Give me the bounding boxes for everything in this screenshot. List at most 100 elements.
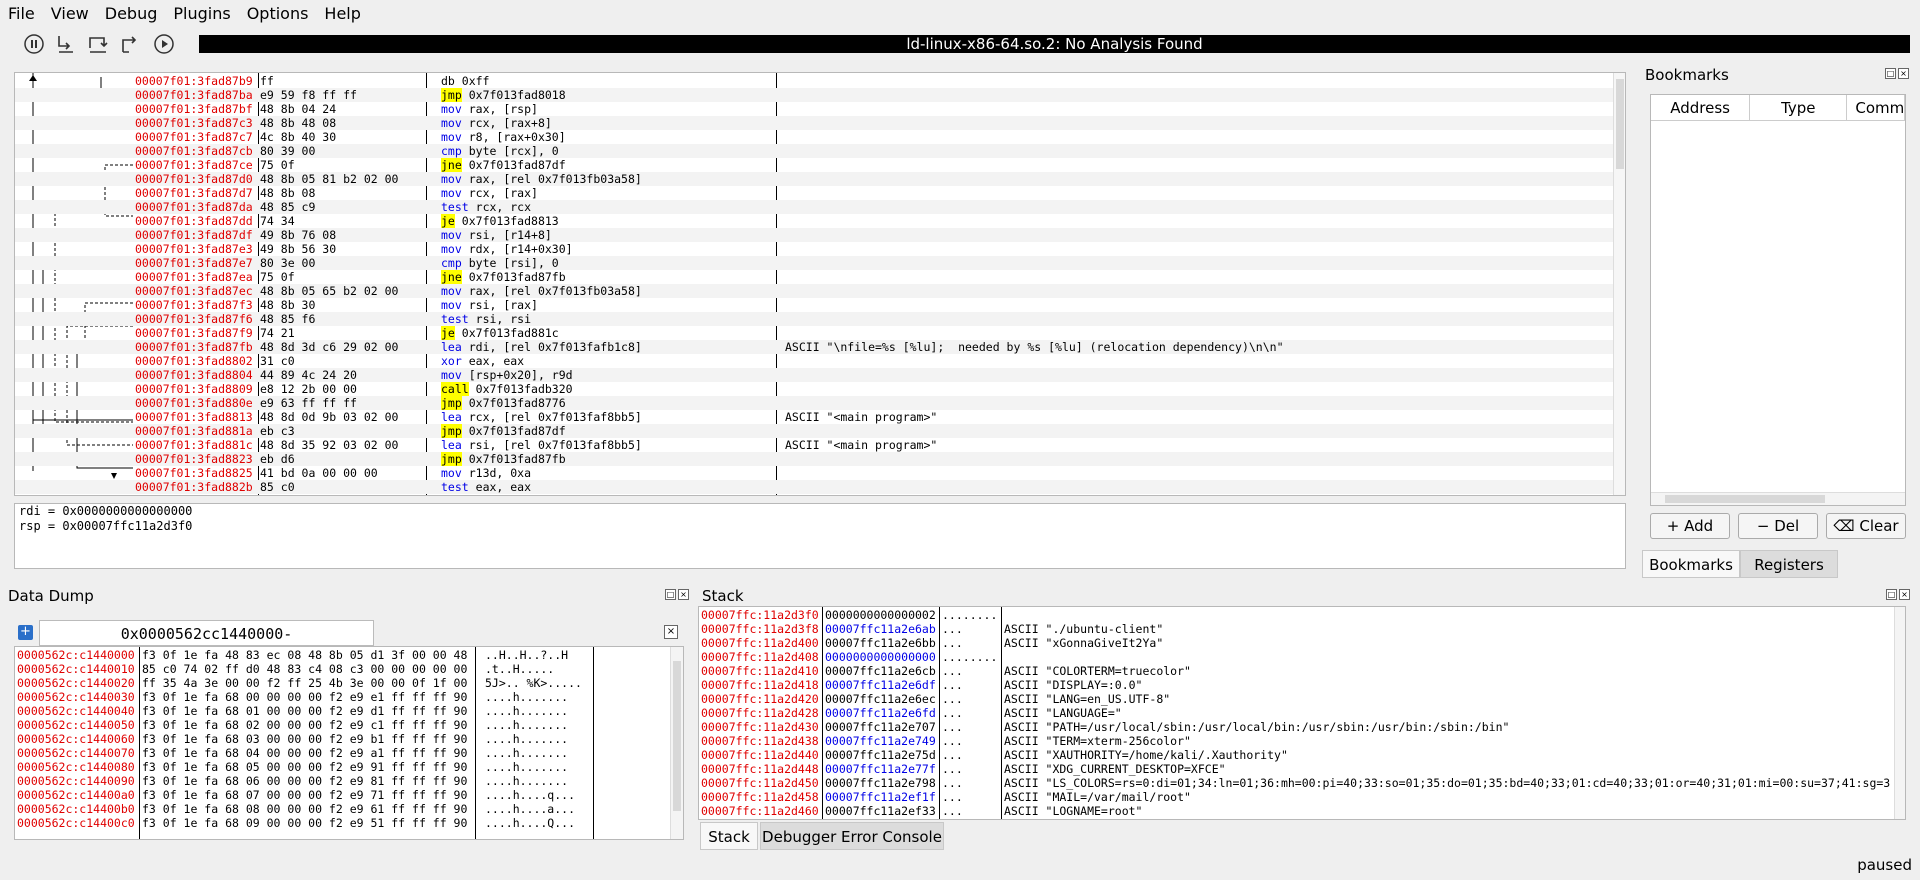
- stack-row[interactable]: 00007ffc:11a2d440 00007ffc11a2e75d... ASCI…: [699, 748, 1895, 762]
- data-dump-view[interactable]: 0000562c:c1440000 f3 0f 1e fa 48 83 ec 08…: [14, 646, 684, 840]
- menu-view[interactable]: View: [51, 4, 89, 23]
- bookmarks-table[interactable]: Address Type Comment: [1650, 94, 1906, 506]
- stack-row[interactable]: 00007ffc:11a2d430 00007ffc11a2e707... ASCI…: [699, 720, 1895, 734]
- stack-row[interactable]: 00007ffc:11a2d3f0 0000000000000002.......…: [699, 608, 1895, 622]
- stack-row[interactable]: 00007ffc:11a2d448 00007ffc11a2e77f... ASCI…: [699, 762, 1895, 776]
- disasm-row[interactable]: 00007f01:3fad87da 48 85 c9 test rcx, rcx: [15, 200, 1613, 214]
- instruction-mnemonic: mov: [441, 368, 462, 382]
- dump-row[interactable]: 0000562c:c1440030 f3 0f 1e fa 68 00 00 00…: [15, 690, 670, 704]
- dump-row[interactable]: 0000562c:c14400b0 f3 0f 1e fa 68 08 00 00…: [15, 802, 670, 816]
- instruction-text: call 0x7f013fadb320: [441, 382, 573, 396]
- step-out-icon[interactable]: [118, 32, 142, 56]
- disasm-row[interactable]: 00007f01:3fad87ce 75 0f jne 0x7f013fad87df: [15, 158, 1613, 172]
- disasm-row[interactable]: 00007f01:3fad8823 eb d6 jmp 0x7f013fad87fb: [15, 452, 1613, 466]
- disasm-row[interactable]: 00007f01:3fad87bf 48 8b 04 24 mov rax, [rs…: [15, 102, 1613, 116]
- dump-row[interactable]: 0000562c:c14400c0 f3 0f 1e fa 68 09 00 00…: [15, 816, 670, 830]
- stack-view[interactable]: 00007ffc:11a2d3f0 0000000000000002.......…: [698, 606, 1906, 820]
- stack-row[interactable]: 00007ffc:11a2d400 00007ffc11a2e6bb... ASCI…: [699, 636, 1895, 650]
- dump-row[interactable]: 0000562c:c1440040 f3 0f 1e fa 68 01 00 00…: [15, 704, 670, 718]
- disasm-row[interactable]: 00007f01:3fad87f6 48 85 f6 test rsi, rsi: [15, 312, 1613, 326]
- close-panel-icon[interactable]: ×: [1898, 68, 1909, 79]
- disasm-row[interactable]: 00007f01:3fad87ec 48 8b 05 65 b2 02 00 mov…: [15, 284, 1613, 298]
- dump-ascii: ....h....Q...: [485, 816, 576, 830]
- stack-row[interactable]: 00007ffc:11a2d410 00007ffc11a2e6cb... ASCI…: [699, 664, 1895, 678]
- disasm-row[interactable]: 00007f01:3fad881a eb c3 jmp 0x7f013fad87df: [15, 424, 1613, 438]
- add-tab-icon[interactable]: +: [18, 625, 33, 640]
- disasm-row[interactable]: 00007f01:3fad87e7 80 3e 00 cmp byte [rsi],…: [15, 256, 1613, 270]
- float-panel-icon[interactable]: □: [1885, 68, 1896, 79]
- disasm-row[interactable]: 00007f01:3fad87df 49 8b 76 08 mov rsi, [r1…: [15, 228, 1613, 242]
- dump-row[interactable]: 0000562c:c1440010 85 c0 74 02 ff d0 48 83…: [15, 662, 670, 676]
- tab-bookmarks[interactable]: Bookmarks: [1642, 550, 1740, 578]
- dump-row[interactable]: 0000562c:c1440060 f3 0f 1e fa 68 03 00 00…: [15, 732, 670, 746]
- stack-row[interactable]: 00007ffc:11a2d420 00007ffc11a2e6ec... ASCI…: [699, 692, 1895, 706]
- disasm-row[interactable]: 00007f01:3fad8804 44 89 4c 24 20 mov [rsp+…: [15, 368, 1613, 382]
- column-comment[interactable]: Comment: [1847, 95, 1905, 120]
- disasm-row[interactable]: 00007f01:3fad87dd 74 34 je 0x7f013fad8813: [15, 214, 1613, 228]
- add-bookmark-button[interactable]: + Add: [1650, 513, 1730, 539]
- disasm-row[interactable]: 00007f01:3fad87d7 48 8b 08 mov rcx, [rax]: [15, 186, 1613, 200]
- column-address[interactable]: Address: [1651, 95, 1751, 120]
- disassembly-view[interactable]: 00007f01:3fad87b9 ff db 0xff 00007f01:3fad8…: [14, 72, 1626, 496]
- stack-row[interactable]: 00007ffc:11a2d428 00007ffc11a2e6fd... ASCI…: [699, 706, 1895, 720]
- disasm-row[interactable]: 00007f01:3fad8802 31 c0 xor eax, eax: [15, 354, 1613, 368]
- column-type[interactable]: Type: [1750, 95, 1848, 120]
- float-panel-icon[interactable]: □: [665, 589, 676, 600]
- disasm-row[interactable]: 00007f01:3fad87f9 74 21 je 0x7f013fad881c: [15, 326, 1613, 340]
- tab-registers[interactable]: Registers: [1740, 550, 1838, 578]
- stack-row[interactable]: 00007ffc:11a2d458 00007ffc11a2ef1f... ASCI…: [699, 790, 1895, 804]
- menu-debug[interactable]: Debug: [105, 4, 158, 23]
- run-icon[interactable]: [152, 32, 176, 56]
- disasm-row[interactable]: 00007f01:3fad8809 e8 12 2b 00 00 call 0x7f…: [15, 382, 1613, 396]
- dump-row[interactable]: 0000562c:c1440080 f3 0f 1e fa 68 05 00 00…: [15, 760, 670, 774]
- bookmarks-hscrollbar[interactable]: [1651, 492, 1905, 505]
- delete-bookmark-button[interactable]: − Del: [1738, 513, 1818, 539]
- menu-help[interactable]: Help: [324, 4, 360, 23]
- disasm-row[interactable]: 00007f01:3fad87b9 ff db 0xff: [15, 74, 1613, 88]
- stack-row[interactable]: 00007ffc:11a2d460 00007ffc11a2ef33... ASCI…: [699, 804, 1895, 818]
- step-over-icon[interactable]: [86, 32, 110, 56]
- disassembly-scrollbar[interactable]: [1613, 73, 1625, 495]
- disasm-row[interactable]: 00007f01:3fad8825 41 bd 0a 00 00 00 mov r1…: [15, 466, 1613, 480]
- dump-row[interactable]: 0000562c:c1440090 f3 0f 1e fa 68 06 00 00…: [15, 774, 670, 788]
- stack-row[interactable]: 00007ffc:11a2d438 00007ffc11a2e749... ASCI…: [699, 734, 1895, 748]
- stack-value: 00007ffc11a2e798: [825, 776, 936, 790]
- disasm-row[interactable]: 00007f01:3fad87c3 48 8b 48 08 mov rcx, [ra…: [15, 116, 1613, 130]
- close-tab-icon[interactable]: ×: [664, 625, 678, 639]
- pause-icon[interactable]: [22, 32, 46, 56]
- stack-row[interactable]: 00007ffc:11a2d450 00007ffc11a2e798... ASCI…: [699, 776, 1895, 790]
- disasm-row[interactable]: 00007f01:3fad87ba e9 59 f8 ff ff jmp 0x7f0…: [15, 88, 1613, 102]
- stack-row[interactable]: 00007ffc:11a2d418 00007ffc11a2e6df... ASCI…: [699, 678, 1895, 692]
- menu-plugins[interactable]: Plugins: [173, 4, 230, 23]
- tab-debugger-error-console[interactable]: Debugger Error Console: [760, 822, 944, 850]
- tab-stack[interactable]: Stack: [700, 822, 758, 850]
- disasm-row[interactable]: 00007f01:3fad87ea 75 0f jne 0x7f013fad87fb: [15, 270, 1613, 284]
- step-into-icon[interactable]: [54, 32, 78, 56]
- menu-options[interactable]: Options: [247, 4, 309, 23]
- clear-bookmarks-button[interactable]: ⌫ Clear: [1826, 513, 1906, 539]
- disasm-row[interactable]: 00007f01:3fad880e e9 63 ff ff ff jmp 0x7f0…: [15, 396, 1613, 410]
- menu-file[interactable]: File: [8, 4, 35, 23]
- dump-scrollbar[interactable]: [670, 647, 683, 839]
- close-panel-icon[interactable]: ×: [678, 589, 689, 600]
- disasm-row[interactable]: 00007f01:3fad87f3 48 8b 30 mov rsi, [rax]: [15, 298, 1613, 312]
- disasm-row[interactable]: 00007f01:3fad882b 85 c0 test eax, eax: [15, 480, 1613, 494]
- disasm-row[interactable]: 00007f01:3fad8813 48 8d 0d 9b 03 02 00 lea…: [15, 410, 1613, 424]
- disasm-row[interactable]: 00007f01:3fad87d0 48 8b 05 81 b2 02 00 mov…: [15, 172, 1613, 186]
- stack-scrollbar[interactable]: [1894, 607, 1905, 819]
- disasm-row[interactable]: 00007f01:3fad881c 48 8d 35 92 03 02 00 lea…: [15, 438, 1613, 452]
- dump-row[interactable]: 0000562c:c1440050 f3 0f 1e fa 68 02 00 00…: [15, 718, 670, 732]
- float-panel-icon[interactable]: □: [1886, 589, 1897, 600]
- disasm-row[interactable]: 00007f01:3fad87e3 49 8b 56 30 mov rdx, [r1…: [15, 242, 1613, 256]
- stack-row[interactable]: 00007ffc:11a2d408 0000000000000000.......…: [699, 650, 1895, 664]
- disasm-row[interactable]: 00007f01:3fad87cb 80 39 00 cmp byte [rcx],…: [15, 144, 1613, 158]
- dump-region-tab[interactable]: 0x0000562cc1440000-0x0000562cc1442000: [39, 620, 374, 669]
- close-panel-icon[interactable]: ×: [1899, 589, 1910, 600]
- disasm-row[interactable]: 00007f01:3fad87fb 48 8d 3d c6 29 02 00 lea…: [15, 340, 1613, 354]
- dump-row[interactable]: 0000562c:c1440000 f3 0f 1e fa 48 83 ec 08…: [15, 648, 670, 662]
- dump-row[interactable]: 0000562c:c1440020 ff 35 4a 3e 00 00 f2 ff…: [15, 676, 670, 690]
- stack-row[interactable]: 00007ffc:11a2d3f8 00007ffc11a2e6ab... ASCI…: [699, 622, 1895, 636]
- dump-row[interactable]: 0000562c:c14400a0 f3 0f 1e fa 68 07 00 00…: [15, 788, 670, 802]
- dump-row[interactable]: 0000562c:c1440070 f3 0f 1e fa 68 04 00 00…: [15, 746, 670, 760]
- disasm-row[interactable]: 00007f01:3fad87c7 4c 8b 40 30 mov r8, [rax…: [15, 130, 1613, 144]
